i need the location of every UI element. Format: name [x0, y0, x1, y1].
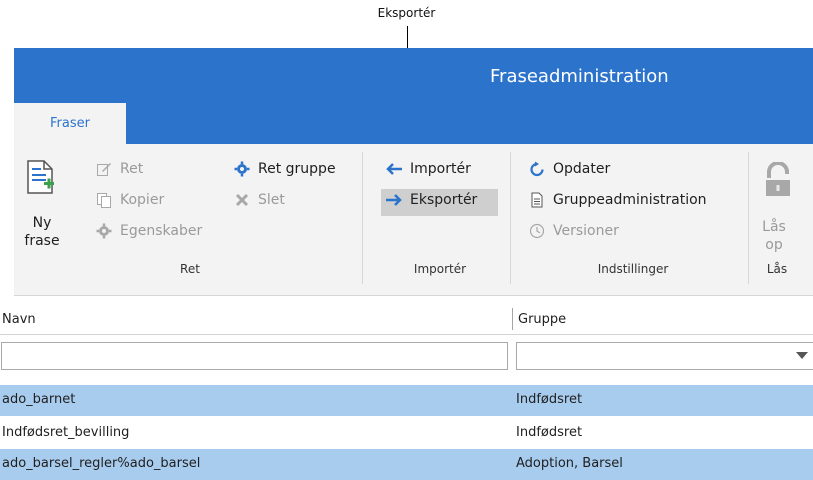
filter-navn-input[interactable] — [1, 342, 508, 370]
gear-icon — [95, 222, 113, 240]
gear-icon — [233, 160, 251, 178]
column-divider[interactable] — [512, 308, 513, 330]
gruppeadministration-label: Gruppeadministration — [553, 192, 707, 208]
title-bar — [14, 48, 813, 144]
laas-op-label: Lås op — [762, 219, 786, 253]
chevron-down-icon[interactable] — [796, 352, 808, 359]
versioner-label: Versioner — [553, 223, 619, 239]
ret-gruppe-label: Ret gruppe — [258, 161, 336, 177]
kopier-button[interactable]: Kopier — [95, 191, 164, 209]
cell-navn: Indfødsret_bevilling — [2, 425, 130, 440]
laas-group-label: Lås — [766, 262, 788, 276]
callout-label: Eksportér — [377, 6, 436, 20]
delete-icon — [233, 191, 251, 209]
arrow-left-icon — [385, 160, 403, 178]
document-icon — [528, 191, 546, 209]
unlock-icon — [766, 162, 790, 196]
edit-icon — [95, 160, 113, 178]
ribbon-separator — [510, 152, 511, 284]
clock-icon — [528, 222, 546, 240]
ribbon-separator — [362, 152, 363, 284]
app-title: Fraseadministration — [490, 66, 669, 87]
importer-button[interactable]: Importér — [385, 160, 471, 178]
versioner-button[interactable]: Versioner — [528, 222, 619, 240]
eksporter-button[interactable]: Eksportér — [385, 191, 477, 209]
opdater-label: Opdater — [553, 161, 611, 177]
eksporter-label: Eksportér — [410, 192, 478, 208]
gruppeadministration-button[interactable]: Gruppeadministration — [528, 191, 707, 209]
ribbon-separator — [748, 152, 749, 284]
table-row[interactable]: Indfødsret_bevilling Indfødsret — [0, 418, 813, 449]
cell-gruppe: Indfødsret — [516, 425, 583, 440]
slet-button[interactable]: Slet — [233, 191, 285, 209]
indstillinger-group-label: Indstillinger — [597, 262, 669, 276]
grid-header — [0, 306, 813, 335]
column-header-gruppe[interactable]: Gruppe — [518, 312, 566, 327]
opdater-button[interactable]: Opdater — [528, 160, 610, 178]
ny-frase-button[interactable]: Ny frase — [18, 158, 70, 258]
ret-button[interactable]: Ret — [95, 160, 143, 178]
refresh-icon — [528, 160, 546, 178]
column-header-navn[interactable]: Navn — [2, 312, 36, 327]
cell-gruppe: Indfødsret — [516, 392, 583, 407]
importer-label: Importér — [410, 161, 471, 177]
copy-icon — [95, 191, 113, 209]
slet-label: Slet — [258, 192, 285, 208]
filter-gruppe-input[interactable] — [516, 342, 813, 370]
egenskaber-button[interactable]: Egenskaber — [95, 222, 202, 240]
table-row[interactable]: ado_barnet Indfødsret — [0, 385, 813, 416]
ret-group-label: Ret — [180, 262, 200, 276]
egenskaber-label: Egenskaber — [120, 223, 203, 239]
tab-fraser[interactable]: Fraser — [14, 103, 126, 144]
laas-op-button[interactable]: Lås op — [756, 158, 806, 258]
cell-gruppe: Adoption, Barsel — [516, 456, 623, 471]
cell-navn: ado_barnet — [2, 392, 76, 407]
ny-frase-label: Ny frase — [24, 215, 60, 249]
arrow-right-icon — [385, 191, 403, 209]
cell-navn: ado_barsel_regler%ado_barsel — [2, 456, 201, 471]
ret-gruppe-button[interactable]: Ret gruppe — [233, 160, 336, 178]
tab-fraser-label: Fraser — [50, 116, 90, 131]
importer-group-label: Importér — [413, 262, 467, 276]
table-row[interactable]: ado_barsel_regler%ado_barsel Adoption, B… — [0, 449, 813, 480]
new-document-icon — [27, 160, 54, 194]
ret-label: Ret — [120, 161, 144, 177]
kopier-label: Kopier — [120, 192, 165, 208]
